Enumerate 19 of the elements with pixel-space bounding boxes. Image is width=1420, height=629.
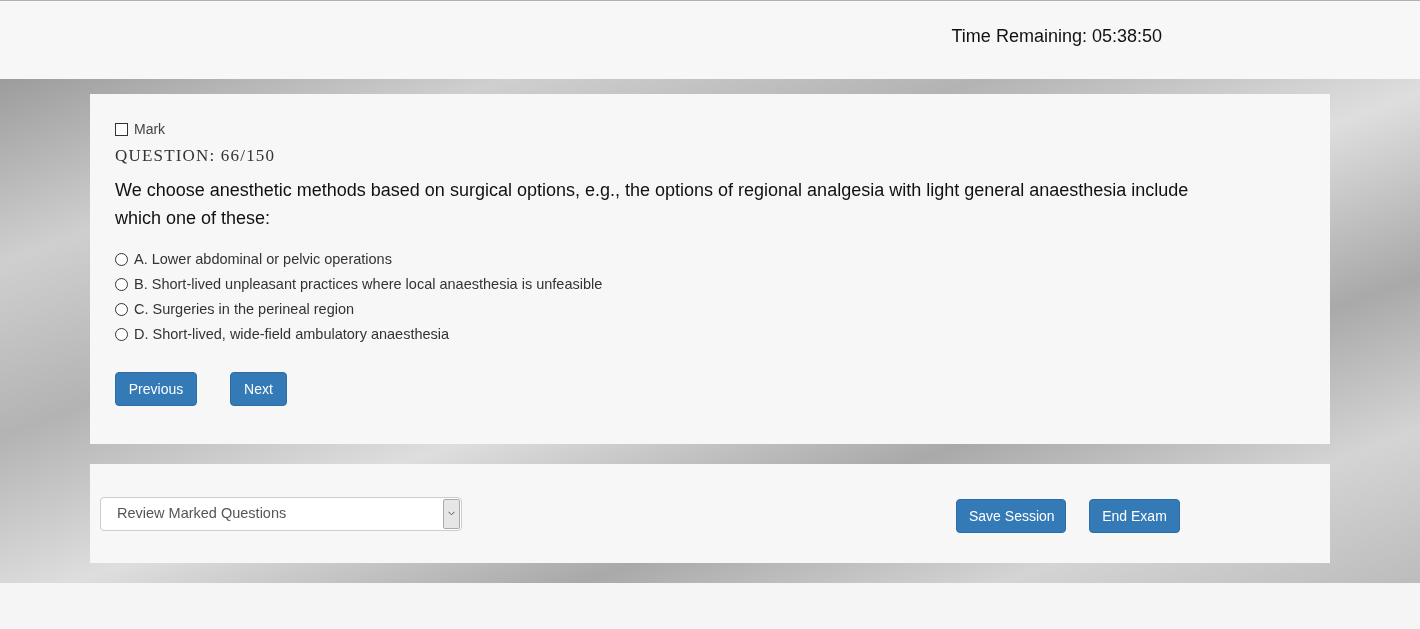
chevron-down-icon <box>443 498 460 529</box>
option-label[interactable]: B. Short-lived unpleasant practices where local anaesthesia is unfeasible <box>134 274 603 294</box>
previous-button[interactable]: Previous <box>115 372 197 406</box>
radio-button[interactable] <box>115 327 128 341</box>
option-label[interactable]: A. Lower abdominal or pelvic operations <box>134 249 392 269</box>
time-remaining: Time Remaining: 05:38:50 <box>951 25 1162 48</box>
question-number: QUESTION: 66/150 <box>115 145 276 167</box>
mark-label[interactable]: Mark <box>134 121 166 137</box>
next-button[interactable]: Next <box>230 372 287 406</box>
save-session-button[interactable]: Save Session <box>956 498 1066 533</box>
checkbox[interactable] <box>115 122 128 136</box>
radio-button[interactable] <box>115 277 128 291</box>
option-label[interactable]: C. Surgeries in the perineal region <box>134 299 355 319</box>
radio-button[interactable] <box>115 302 128 316</box>
end-exam-button[interactable]: End Exam <box>1089 498 1180 533</box>
question-text: We choose anesthetic methods based on surgical options, e.g., the options of regional analgesia with light general anaesthesia include which one of these: <box>115 179 1190 230</box>
review-select[interactable]: Review Marked Questions <box>100 496 462 531</box>
radio-button[interactable] <box>115 252 128 266</box>
option-label[interactable]: D. Short-lived, wide-field ambulatory anaesthesia <box>134 324 450 344</box>
